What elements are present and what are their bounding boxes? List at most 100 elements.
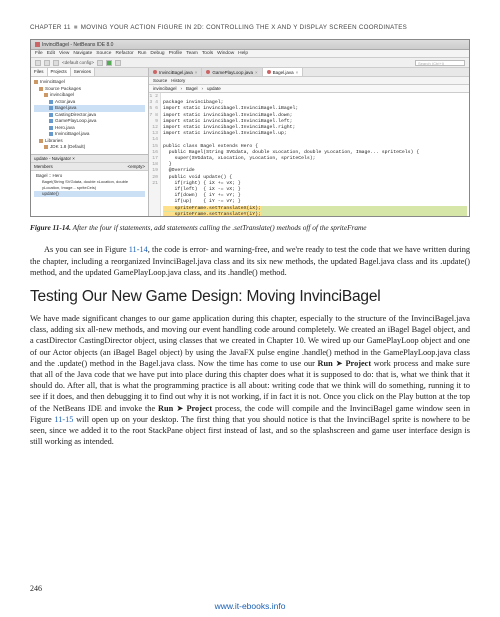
chapter-label: CHAPTER 11	[30, 24, 71, 31]
menu-item[interactable]: View	[59, 51, 69, 56]
navigator-header: update - Navigator ×	[31, 155, 148, 163]
tree-item[interactable]: JDK 1.8 (Default)	[34, 144, 145, 151]
class-icon	[49, 132, 53, 136]
tab-projects[interactable]: Projects	[48, 68, 71, 76]
package-icon	[44, 93, 48, 97]
project-icon	[34, 80, 38, 84]
menu-item[interactable]: Profile	[169, 51, 183, 56]
header-separator: ■	[74, 24, 78, 31]
code-editor[interactable]: 1 2 3 4 5 6 7 8 9 12 13 14 15 16 17 18 1…	[149, 93, 469, 216]
file-icon	[206, 70, 210, 74]
close-icon[interactable]: ×	[255, 70, 258, 75]
ide-left-panel: Files Projects Services InvinciBagel Sou…	[31, 68, 149, 216]
class-icon	[49, 100, 53, 104]
nav-label: Bagel(String SVGdata, double xLocation, …	[42, 179, 145, 191]
empty-filter[interactable]: <empty>	[127, 164, 145, 169]
line-gutter: 1 2 3 4 5 6 7 8 9 12 13 14 15 16 17 18 1…	[149, 93, 161, 216]
toolbar-button[interactable]	[53, 60, 59, 66]
navigator-body: Bagel :: Hero Bagel(String SVGdata, doub…	[31, 171, 148, 199]
window-title: InvinciBagel - NetBeans IDE 8.0	[42, 42, 113, 48]
figure-caption: Figure 11-14. After the four if statemen…	[30, 223, 470, 232]
class-icon	[49, 119, 53, 123]
caption-text: After the four if statements, add statem…	[73, 223, 367, 232]
file-icon	[153, 70, 157, 74]
close-icon[interactable]: ×	[195, 70, 198, 75]
tab-label: Bagel.java	[273, 70, 294, 75]
ide-editor-panel: InvinciBagel.java× GamePlayLoop.java× Ba…	[149, 68, 469, 216]
editor-breadcrumb: invincibagel› Bagel› update	[149, 85, 469, 93]
folder-icon	[39, 87, 43, 91]
running-header: CHAPTER 11■MOVING YOUR ACTION FIGURE IN …	[30, 24, 470, 31]
toolbar-button[interactable]	[97, 60, 103, 66]
menu-item[interactable]: Help	[238, 51, 248, 56]
config-dropdown[interactable]: <default config>	[62, 60, 94, 65]
navigator-title: update - Navigator ×	[34, 156, 75, 161]
project-label: Project	[186, 404, 212, 413]
toolbar-button[interactable]	[115, 60, 121, 66]
section-heading: Testing Our New Game Design: Moving Invi…	[30, 288, 470, 306]
library-icon	[44, 145, 48, 149]
crumb-method[interactable]: update	[207, 86, 221, 91]
menu-item[interactable]: Source	[96, 51, 111, 56]
menu-item[interactable]: Debug	[150, 51, 164, 56]
ide-toolbar: <default config> Search (Ctrl+I)	[31, 58, 469, 68]
project-tree: InvinciBagel Source Packages invincibage…	[31, 77, 148, 154]
body-paragraph-2: We have made significant changes to our …	[30, 313, 470, 447]
class-icon	[49, 126, 53, 130]
code-area[interactable]: package invincibagel; import static invi…	[161, 93, 469, 216]
ide-screenshot: InvinciBagel - NetBeans IDE 8.0 File Edi…	[30, 39, 470, 217]
tab-services[interactable]: Services	[71, 68, 95, 76]
body-paragraph-1: As you can see in Figure 11-14, the code…	[30, 244, 470, 278]
figure-number: Figure 11-14.	[30, 223, 71, 232]
chapter-title: MOVING YOUR ACTION FIGURE IN 2D: CONTROL…	[81, 24, 407, 31]
play-button[interactable]	[106, 60, 112, 66]
crumb-package[interactable]: invincibagel	[153, 86, 177, 91]
menu-item[interactable]: Team	[186, 51, 198, 56]
search-input[interactable]: Search (Ctrl+I)	[415, 60, 465, 66]
close-icon[interactable]: ×	[296, 70, 299, 75]
editor-tab[interactable]: GamePlayLoop.java×	[202, 68, 262, 76]
members-label: Members	[34, 164, 53, 169]
para-text: As you can see in Figure	[44, 245, 129, 254]
run-label: Run	[158, 404, 173, 413]
editor-toolbar: Source History	[149, 77, 469, 85]
menu-item[interactable]: Navigate	[73, 51, 92, 56]
toolbar-button[interactable]	[35, 60, 41, 66]
file-icon	[267, 70, 271, 74]
arrow-icon: ➤	[173, 403, 186, 413]
nav-method-selected[interactable]: update()	[34, 191, 145, 197]
menu-item[interactable]: Tools	[202, 51, 213, 56]
editor-tabs: InvinciBagel.java× GamePlayLoop.java× Ba…	[149, 68, 469, 77]
class-icon	[49, 113, 53, 117]
page-number: 246	[30, 584, 42, 593]
ide-menubar: File Edit View Navigate Source Refactor …	[31, 50, 469, 58]
nav-label: update()	[42, 191, 59, 197]
run-label: Run	[318, 359, 333, 368]
source-view-button[interactable]: Source	[153, 78, 167, 83]
editor-tab-active[interactable]: Bagel.java×	[263, 68, 304, 76]
tab-files[interactable]: Files	[31, 68, 48, 76]
figure-reference: 11-15	[54, 415, 73, 424]
tab-label: GamePlayLoop.java	[212, 70, 253, 75]
tab-label: InvinciBagel.java	[159, 70, 193, 75]
navigator-pane: update - Navigator × Members <empty> Bage…	[31, 154, 148, 216]
crumb-class[interactable]: Bagel	[186, 86, 198, 91]
tree-label: JDK 1.8 (Default)	[50, 144, 85, 151]
arrow-icon: ➤	[333, 358, 346, 368]
menu-item[interactable]: Edit	[47, 51, 55, 56]
menu-item[interactable]: Run	[138, 51, 147, 56]
menu-item[interactable]: Window	[217, 51, 234, 56]
class-icon	[49, 106, 53, 110]
footer-link[interactable]: www.it-ebooks.info	[0, 601, 500, 611]
menu-item[interactable]: Refactor	[115, 51, 133, 56]
nav-constructor[interactable]: Bagel(String SVGdata, double xLocation, …	[34, 179, 145, 191]
history-view-button[interactable]: History	[171, 78, 185, 83]
left-pane-tabs: Files Projects Services	[31, 68, 148, 77]
app-icon	[35, 42, 40, 47]
navigator-filter: Members <empty>	[31, 163, 148, 171]
editor-tab[interactable]: InvinciBagel.java×	[149, 68, 202, 76]
folder-icon	[39, 139, 43, 143]
menu-item[interactable]: File	[35, 51, 43, 56]
figure-reference: 11-14	[129, 245, 148, 254]
toolbar-button[interactable]	[44, 60, 50, 66]
